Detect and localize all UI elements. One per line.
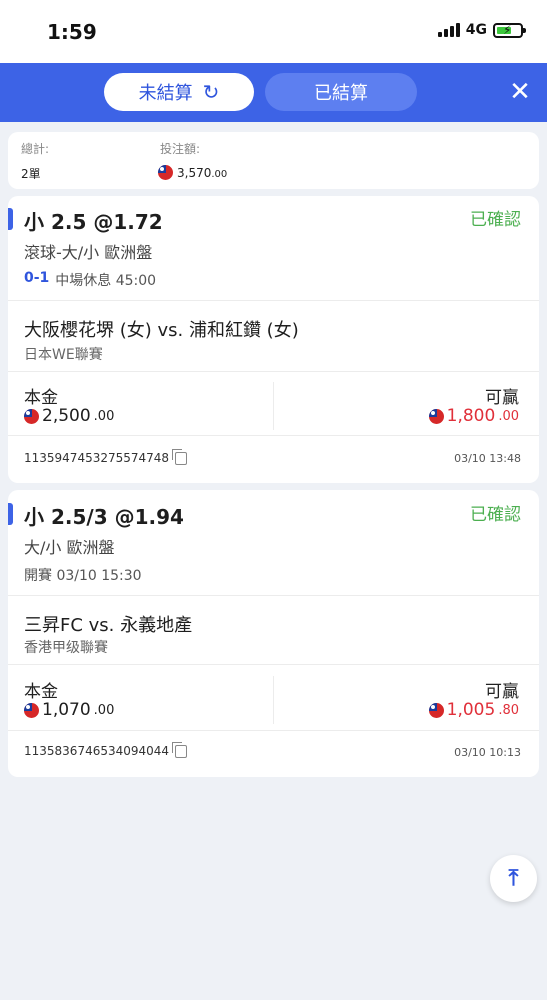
divider — [273, 382, 274, 430]
bet-accent-bar — [8, 208, 13, 230]
tab-settled-label: 已結算 — [314, 83, 368, 104]
bet-type: 滾球-大/小 歐洲盤 — [24, 243, 153, 262]
summary-panel: 總計: 2單 投注額: 3,570.00 — [8, 132, 539, 189]
bet-info: 0-1 中場休息 45:00 — [24, 270, 156, 290]
divider — [8, 435, 539, 436]
kickoff-time: 開賽 03/10 15:30 — [24, 568, 142, 584]
stake-label: 本金 — [24, 682, 58, 702]
bet-title: 小 2.5 @1.72 — [24, 210, 163, 234]
status-bar: 1:59 4G ⚡ — [0, 0, 547, 63]
taiwan-flag-icon — [24, 408, 39, 424]
win-label: 可贏 — [485, 388, 519, 408]
taiwan-flag-icon — [24, 702, 39, 718]
taiwan-flag-icon — [428, 702, 444, 718]
win-label: 可贏 — [485, 682, 519, 702]
stake-total-label: 投注額: — [160, 142, 201, 156]
signal-icon — [437, 23, 460, 37]
bet-card[interactable]: 小 2.5 @1.72 已確認 滾球-大/小 歐洲盤 0-1 中場休息 45:0… — [8, 196, 539, 483]
bet-accent-bar — [8, 503, 13, 525]
stake-total-int: 3,570 — [177, 165, 212, 180]
divider — [273, 676, 274, 724]
win-int: 1,800 — [446, 406, 496, 426]
stake-dec: .00 — [93, 702, 115, 718]
status-indicators: 4G ⚡ — [437, 22, 526, 38]
divider — [8, 664, 539, 665]
win-int: 1,005 — [446, 700, 496, 720]
win-amount: 1,005.80 — [428, 700, 519, 720]
network-label: 4G — [465, 22, 487, 38]
total-label: 總計: — [21, 142, 50, 156]
divider — [8, 595, 539, 596]
bet-title: 小 2.5/3 @1.94 — [24, 505, 184, 529]
stake-label: 本金 — [24, 388, 58, 408]
scroll-top-button[interactable]: ⤒ — [490, 855, 537, 902]
win-dec: .00 — [498, 408, 519, 424]
divider — [8, 730, 539, 731]
match-name: 大阪櫻花堺 (女) vs. 浦和紅鑽 (女) — [24, 320, 299, 341]
match-time: 中場休息 45:00 — [55, 273, 157, 289]
bet-timestamp: 03/10 10:13 — [454, 746, 521, 759]
tab-unsettled[interactable]: 未結算 ↻ — [104, 73, 254, 111]
bet-timestamp: 03/10 13:48 — [454, 452, 521, 465]
win-amount: 1,800.00 — [428, 406, 519, 426]
bet-info: 開賽 03/10 15:30 — [24, 565, 142, 585]
status-time: 1:59 — [47, 20, 97, 44]
tab-unsettled-label: 未結算 — [138, 83, 193, 104]
bet-type: 大/小 歐洲盤 — [24, 538, 115, 557]
stake-amount: 2,500.00 — [24, 406, 114, 426]
bet-id-text: 1135836746534094044 — [24, 744, 170, 758]
stake-total-dec: .00 — [211, 168, 228, 180]
win-dec: .80 — [498, 702, 519, 718]
stake-amount: 1,070.00 — [24, 700, 114, 720]
divider — [8, 300, 539, 301]
match-name: 三昇FC vs. 永義地產 — [24, 615, 193, 636]
scroll-top-icon: ⤒ — [508, 866, 519, 891]
bet-id: 1135836746534094044 — [24, 741, 188, 758]
copy-icon[interactable] — [172, 741, 188, 758]
live-score: 0-1 — [24, 270, 50, 286]
bet-card[interactable]: 小 2.5/3 @1.94 已確認 大/小 歐洲盤 開賽 03/10 15:30… — [8, 490, 539, 777]
bet-id-text: 1135947453275574748 — [24, 451, 170, 465]
total-value: 2單 — [21, 167, 41, 181]
refresh-icon[interactable]: ↻ — [203, 80, 220, 104]
taiwan-flag-icon — [428, 408, 444, 424]
stake-int: 2,500 — [42, 406, 91, 426]
battery-icon: ⚡ — [493, 22, 526, 38]
header: 未結算 ↻ 已結算 ✕ — [0, 63, 547, 122]
stake-total-value: 3,570.00 — [158, 165, 227, 180]
stake-int: 1,070 — [42, 700, 91, 720]
stake-dec: .00 — [93, 408, 115, 424]
bet-status-badge: 已確認 — [470, 505, 521, 525]
tab-settled[interactable]: 已結算 — [265, 73, 417, 111]
divider — [8, 371, 539, 372]
league-name: 日本WE聯賽 — [24, 347, 103, 363]
bet-status-badge: 已確認 — [470, 210, 521, 230]
close-icon[interactable]: ✕ — [505, 77, 535, 107]
taiwan-flag-icon — [158, 165, 173, 180]
bet-id: 1135947453275574748 — [24, 448, 188, 465]
copy-icon[interactable] — [172, 448, 188, 465]
league-name: 香港甲级聯賽 — [24, 640, 108, 656]
